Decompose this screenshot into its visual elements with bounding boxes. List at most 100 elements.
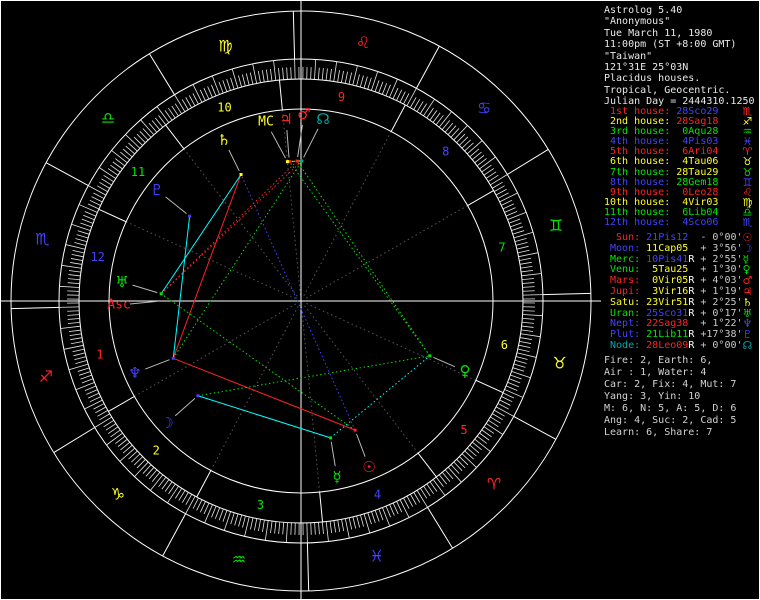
degree-tick: [521, 321, 534, 324]
degree-tick: [269, 68, 273, 81]
degree-tick: [242, 515, 246, 528]
degree-tick: [474, 438, 491, 452]
degree-tick: [91, 196, 103, 203]
degree-tick: [199, 89, 206, 101]
zodiac-glyph-scorpio: ♏: [35, 229, 49, 248]
degree-tick: [63, 344, 84, 350]
pointer-line: [270, 131, 286, 159]
wheel-planet-glyph-mercury: ☿: [332, 468, 341, 486]
house-row: 12th house: 4Sco06 ♏: [604, 217, 755, 229]
planet-velocity: + 2°25': [694, 296, 743, 308]
degree-tick: [508, 218, 521, 224]
degree-tick: [81, 218, 94, 224]
degree-tick: [84, 385, 97, 391]
degree-tick: [230, 77, 235, 90]
degree-tick: [75, 238, 88, 243]
pointer-line: [145, 359, 170, 370]
degree-tick: [521, 273, 542, 277]
planet-velocity: + 4°03': [694, 275, 743, 287]
degree-tick: [78, 371, 91, 376]
degree-tick: [461, 453, 477, 468]
degree-tick: [258, 519, 262, 532]
degree-tick: [522, 294, 543, 296]
degree-tick: [325, 68, 328, 81]
degree-tick: [257, 70, 261, 83]
degree-tick: [333, 61, 338, 82]
wheel-planet-glyph-neptune: ♆: [128, 364, 141, 382]
aspect-sextile: [330, 355, 431, 439]
position-dot: [353, 428, 357, 432]
degree-tick: [406, 88, 417, 107]
degree-tick: [192, 84, 203, 103]
degree-tick: [203, 502, 210, 515]
sign-boundary: [306, 542, 310, 591]
degree-tick: [374, 510, 380, 522]
degree-tick: [378, 508, 384, 521]
cusp-extension: [301, 306, 321, 493]
planet-value: 22Sag38: [646, 318, 689, 330]
planet-label: Merc:: [604, 253, 647, 265]
header-line: 11:00pm (ST +8:00 GMT): [604, 39, 737, 51]
degree-tick: [504, 207, 516, 213]
degree-tick: [325, 521, 329, 542]
degree-tick: [512, 367, 525, 372]
aspect-trine: [160, 293, 356, 431]
house-number-1: 1: [96, 348, 103, 362]
house-number-8: 8: [442, 145, 449, 159]
pointer-line: [433, 356, 456, 368]
house-cusp: [196, 470, 212, 498]
wheel-planet-glyph-sun: ☉: [362, 458, 375, 476]
header-line: "Taiwan": [604, 50, 653, 62]
degree-tick: [211, 505, 217, 518]
degree-tick: [356, 515, 361, 528]
planet-value: 3Vir16: [646, 285, 689, 297]
degree-tick: [59, 285, 80, 288]
house-number-7: 7: [498, 240, 505, 254]
sign-boundary: [148, 53, 175, 95]
aspect-sextile: [160, 174, 242, 295]
position-dot: [196, 394, 200, 398]
degree-tick: [290, 522, 292, 535]
degree-tick: [241, 74, 246, 87]
sign-boundary: [507, 148, 549, 175]
degree-tick: [337, 519, 341, 532]
degree-tick: [389, 78, 398, 98]
house-cusp: [390, 104, 406, 132]
position-dot: [159, 292, 163, 296]
degree-tick: [67, 282, 80, 285]
degree-tick: [514, 359, 527, 364]
degree-tick: [495, 406, 514, 417]
pointer-line: [165, 196, 187, 215]
pointer-line: [286, 129, 290, 158]
degree-tick: [294, 59, 296, 80]
degree-tick: [87, 203, 100, 210]
degree-tick: [68, 274, 81, 277]
degree-tick: [211, 75, 220, 95]
position-dot: [285, 160, 289, 164]
degree-tick: [282, 67, 284, 80]
degree-tick: [67, 310, 80, 312]
pointer-line: [297, 124, 303, 158]
header-line: Tropical, Geocentric.: [604, 84, 731, 96]
planet-label: Sun:: [604, 232, 647, 243]
degree-tick: [226, 78, 231, 91]
pointer-line: [129, 300, 158, 305]
degree-tick: [80, 222, 92, 228]
degree-tick: [214, 507, 221, 519]
stats-line: Ang: 4, Suc: 2, Cad: 5: [604, 415, 737, 426]
house-cusp-table: 1st house: 28Sco29 ♏ 2nd house: 28Sag18 …: [604, 106, 755, 229]
degree-tick: [321, 68, 324, 81]
header-line: 121°31E 25°03N: [604, 62, 689, 74]
degree-tick: [199, 501, 206, 513]
degree-tick: [75, 360, 88, 364]
position-dot: [171, 356, 175, 360]
degree-tick: [203, 87, 210, 100]
house-value: 4Sco06: [676, 217, 743, 229]
degree-tick: [499, 192, 518, 203]
degree-tick: [93, 403, 105, 410]
degree-tick: [71, 254, 84, 258]
aspect-trine: [296, 160, 431, 357]
pointer-line: [174, 398, 196, 417]
planet-label: Nept:: [604, 318, 647, 330]
degree-tick: [59, 306, 80, 308]
